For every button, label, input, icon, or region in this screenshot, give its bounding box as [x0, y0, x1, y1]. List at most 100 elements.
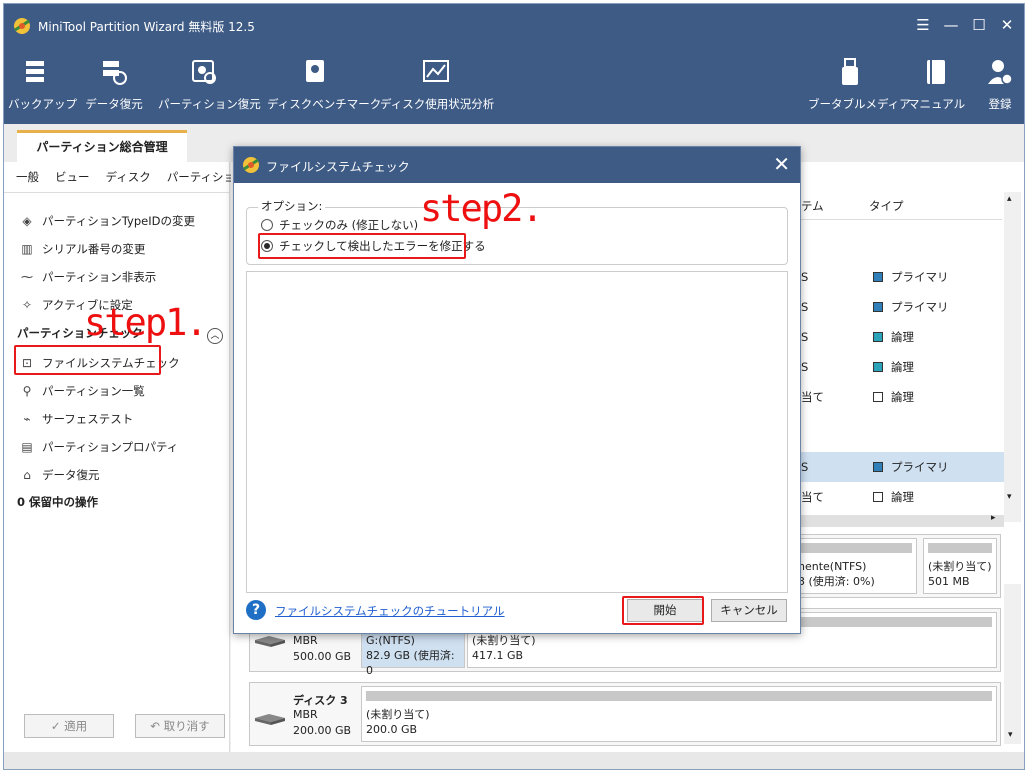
table-row[interactable]: S プライマリ: [801, 262, 1006, 292]
apply-button[interactable]: ✓ 適用: [24, 714, 114, 738]
scroll-up-icon[interactable]: ▴: [1007, 194, 1012, 204]
manual-book-icon: [927, 60, 945, 84]
menu-general[interactable]: 一般: [16, 167, 39, 191]
table-row-selected[interactable]: S プライマリ: [801, 452, 1006, 482]
partition-recovery-icon: [192, 60, 216, 84]
menu-icon[interactable]: ☰: [912, 14, 934, 36]
horizontal-scrollbar[interactable]: [797, 515, 1004, 527]
sidebar-item-data-recovery[interactable]: ⌂ データ復元: [20, 463, 99, 487]
scroll-right-icon[interactable]: ▸: [991, 513, 996, 523]
disk1-partition-b[interactable]: (未割り当て) 501 MB: [923, 538, 997, 594]
dialog-titlebar: ファイルシステムチェック ✕: [234, 147, 800, 183]
data-recovery-icon: [103, 61, 127, 85]
app-window: MiniTool Partition Wizard 無料版 12.5 ☰ — ☐…: [3, 3, 1025, 770]
tutorial-link[interactable]: ファイルシステムチェックのチュートリアル: [275, 603, 505, 619]
disk-benchmark-button[interactable]: ディスクベンチマーク: [267, 56, 381, 112]
cell-fs: S: [801, 300, 809, 314]
partition-label: nente(NTFS): [798, 560, 867, 573]
collapse-up-icon[interactable]: ︿: [207, 328, 223, 344]
primary-swatch-icon: [873, 272, 883, 282]
scroll-down-icon[interactable]: ▾: [1007, 492, 1012, 502]
cell-fs: S: [801, 360, 809, 374]
close-icon[interactable]: ✕: [996, 14, 1018, 36]
cell-type: プライマリ: [891, 460, 949, 474]
option-check-only[interactable]: チェックのみ (修正しない): [261, 217, 418, 233]
partition-label: G:(NTFS): [366, 634, 415, 647]
table-row[interactable]: 当て 論理: [801, 382, 1006, 412]
cell-type: 論理: [891, 490, 914, 504]
search-icon: ⚲: [22, 384, 32, 398]
step1-highlight-box: [14, 345, 161, 375]
table-row[interactable]: S 論理: [801, 352, 1006, 382]
space-analyzer-button[interactable]: ディスク使用状況分析: [380, 56, 494, 112]
check-output-area: [246, 271, 788, 593]
cell-fs: 当て: [801, 490, 824, 504]
properties-icon: ▤: [21, 440, 33, 454]
sidebar-item-label: パーティションTypeIDの変更: [42, 214, 195, 228]
sidebar-item-partition-properties[interactable]: ▤ パーティションプロパティ: [20, 435, 178, 459]
sidebar-item-hide-partition[interactable]: ⁓ パーティション非表示: [20, 265, 156, 289]
diskmap-scrollbar[interactable]: ▾: [1004, 584, 1021, 744]
backup-icon: [26, 61, 44, 82]
cell-fs: 当て: [801, 390, 824, 404]
sidebar-item-label: パーティション非表示: [42, 270, 157, 284]
sidebar-item-surface-test[interactable]: ⌁ サーフェステスト: [20, 407, 133, 431]
hidden-eye-icon: ⁓: [21, 270, 33, 284]
col-filesystem-header: テム: [801, 199, 824, 213]
logical-swatch-icon: [873, 332, 883, 342]
scroll-down-icon[interactable]: ▾: [1008, 730, 1013, 740]
table-row[interactable]: S 論理: [801, 322, 1006, 352]
surface-test-icon: ⌁: [23, 412, 31, 426]
partition-recovery-button[interactable]: パーティション復元: [158, 56, 261, 112]
tab-partition-management[interactable]: パーティション総合管理: [17, 130, 187, 162]
radio-unselected-icon[interactable]: [261, 219, 273, 231]
vertical-scrollbar[interactable]: ▴ ▾: [1004, 192, 1021, 522]
disk1-partition-a[interactable]: nente(NTFS) 3 (使用済: 0%): [793, 538, 917, 594]
dialog-close-icon[interactable]: ✕: [773, 153, 790, 175]
manual-button[interactable]: マニュアル: [908, 56, 965, 112]
space-analyzer-icon: [423, 60, 449, 82]
help-icon[interactable]: ?: [246, 600, 266, 620]
primary-swatch-icon: [873, 462, 883, 472]
logical-swatch-icon: [873, 362, 883, 372]
sidebar-item-label: シリアル番号の変更: [42, 242, 146, 256]
partition-label: (未割り当て): [928, 560, 992, 573]
table-row[interactable]: 当て 論理: [801, 482, 1006, 512]
cancel-button[interactable]: キャンセル: [711, 599, 787, 622]
cell-fs: S: [801, 270, 809, 284]
backup-button[interactable]: バックアップ: [8, 56, 77, 112]
cell-type: 論理: [891, 390, 914, 404]
sidebar-item-change-serial[interactable]: ▥ シリアル番号の変更: [20, 237, 145, 261]
partition-size: 82.9 GB (使用済: 0: [366, 649, 455, 677]
register-button[interactable]: 登録: [980, 56, 1020, 112]
bootable-media-button[interactable]: ブータブルメディア: [808, 56, 911, 112]
table-row[interactable]: S プライマリ: [801, 292, 1006, 322]
step2-highlight-box: [258, 233, 466, 259]
disk3-unallocated[interactable]: (未割り当て) 200.0 GB: [361, 686, 997, 742]
disk3-size: 200.00 GB: [293, 724, 352, 737]
dialog-title: ファイルシステムチェック: [266, 160, 410, 174]
sidebar-item-label: サーフェステスト: [42, 412, 134, 426]
undo-button[interactable]: ↶ 取り消す: [135, 714, 225, 738]
disk2-size: 500.00 GB: [293, 650, 352, 663]
user-add-icon: [988, 60, 1013, 85]
sidebar-item-partition-explore[interactable]: ⚲ パーティション一覧: [20, 379, 145, 403]
disk-drive-icon: [255, 714, 285, 725]
primary-swatch-icon: [873, 302, 883, 312]
cell-type: 論理: [891, 360, 914, 374]
maximize-icon[interactable]: ☐: [968, 14, 990, 36]
menu-divider: [4, 192, 229, 193]
options-label: オプション:: [258, 198, 326, 214]
disk-benchmark-icon: [306, 60, 324, 82]
sidebar-item-change-typeid[interactable]: ◈ パーティションTypeIDの変更: [20, 209, 195, 233]
start-highlight-box: [622, 596, 704, 625]
register-label: 登録: [988, 97, 1012, 111]
cell-fs: S: [801, 330, 809, 344]
minimize-icon[interactable]: —: [940, 14, 962, 36]
step2-annotation: step2.: [420, 187, 544, 230]
disk2-type: MBR: [293, 634, 318, 647]
minitool-logo-icon: [243, 157, 259, 173]
menu-disk[interactable]: ディスク: [106, 167, 151, 191]
menu-view[interactable]: ビュー: [55, 167, 90, 191]
data-recovery-button[interactable]: データ復元: [84, 56, 144, 112]
